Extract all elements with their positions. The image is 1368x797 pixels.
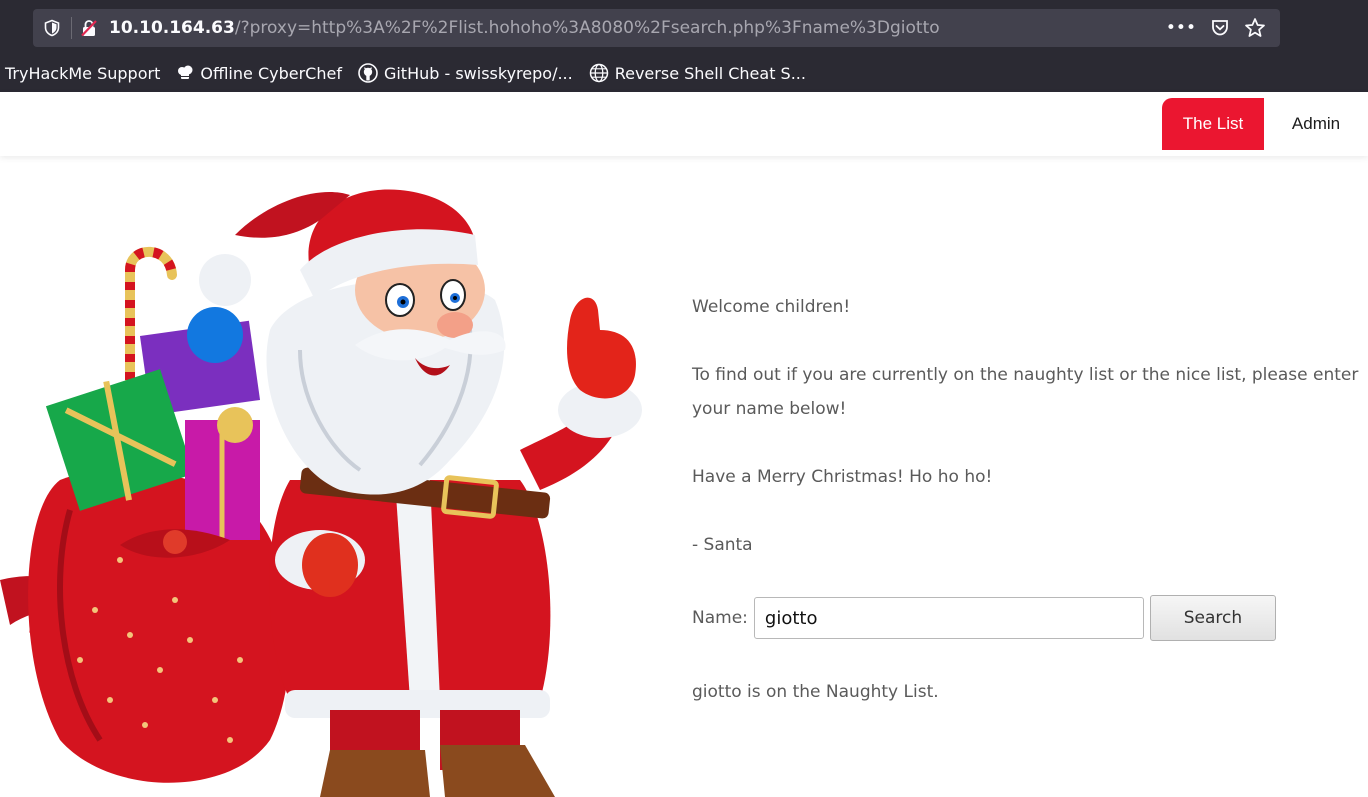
bookmarks-toolbar: TryHackMe Support Offline CyberChef GitH… [0,56,822,90]
name-search-form: Name: Search [692,595,1276,641]
name-label: Name: [692,608,748,628]
bookmark-tryhackme-support[interactable]: TryHackMe Support [0,64,160,83]
bookmark-label: Reverse Shell Cheat S... [614,63,806,83]
url-actions: ••• [1166,9,1266,47]
globe-icon [589,63,608,83]
address-bar[interactable]: 10.10.164.63/?proxy=http%3A%2F%2Flist.ho… [33,9,1280,47]
pocket-icon[interactable] [1210,18,1230,38]
bookmark-label: GitHub - swisskyrepo/... [383,63,573,83]
nav-link-admin[interactable]: Admin [1264,98,1368,150]
url-host: 10.10.164.63 [109,18,235,38]
url-separator [71,17,72,39]
insecure-lock-icon[interactable] [80,19,98,37]
github-icon [358,63,378,83]
url-text[interactable]: 10.10.164.63/?proxy=http%3A%2F%2Flist.ho… [109,9,940,47]
bookmark-github-swisskyrepo[interactable]: GitHub - swisskyrepo/... [358,63,573,83]
search-button[interactable]: Search [1149,595,1276,641]
welcome-text: Welcome children! [692,297,851,317]
bookmark-star-icon[interactable] [1244,17,1266,39]
site-navbar: The List Admin [0,92,1368,156]
search-result-text: giotto is on the Naughty List. [692,682,939,702]
nav-link-the-list[interactable]: The List [1162,98,1264,150]
bookmark-label: TryHackMe Support [5,63,161,83]
christmas-wish-text: Have a Merry Christmas! Ho ho ho! [692,467,993,487]
santa-illustration [0,180,660,797]
bookmark-reverse-shell-cheat-sheet[interactable]: Reverse Shell Cheat S... [589,63,806,83]
bookmark-label: Offline CyberChef [200,63,342,83]
name-input[interactable] [753,597,1144,639]
instructions-text: To find out if you are currently on the … [692,365,1359,419]
page-actions-more-icon[interactable]: ••• [1166,18,1196,38]
nav-menu: The List Admin [1162,98,1368,150]
url-path: /?proxy=http%3A%2F%2Flist.hohoho%3A8080%… [234,18,940,38]
chef-hat-icon [178,65,193,79]
bookmark-offline-cyberchef[interactable]: Offline CyberChef [176,64,342,83]
tracking-shield-icon[interactable] [43,19,61,37]
browser-toolbar: 10.10.164.63/?proxy=http%3A%2F%2Flist.ho… [0,0,1368,92]
signature-text: - Santa [692,535,753,555]
